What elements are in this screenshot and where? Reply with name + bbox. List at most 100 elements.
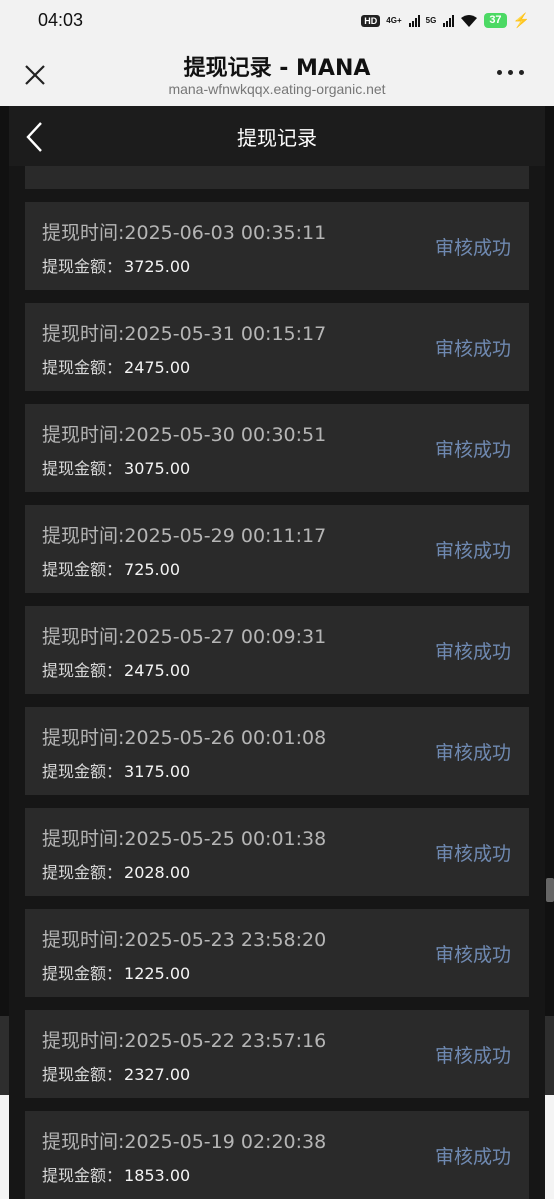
amount-value: 1853.00 [124,1166,191,1185]
record-time: 提现时间:2025-05-25 00:01:38 [42,824,326,851]
status-approved[interactable]: 审核成功 [435,435,511,462]
amount-value: 2475.00 [124,358,191,377]
record-time: 提现时间:2025-05-31 00:15:17 [42,319,326,346]
record-card: 提现时间:2025-05-23 23:58:20 提现金额： 1225.00 审核… [25,909,529,997]
record-time: 提现时间:2025-05-19 02:20:38 [42,1127,326,1154]
time-label: 提现时间: [42,323,125,345]
hd-icon: HD [361,14,381,27]
record-card: 提现时间:2025-05-31 00:15:17 提现金额： 2475.00 审核… [25,303,529,391]
record-amount: 提现金额： 3725.00 [42,253,190,277]
record-amount: 提现金额： 1853.00 [42,1162,190,1186]
charging-icon: ⚡ [512,12,530,28]
status-approved[interactable]: 审核成功 [435,839,511,866]
record-amount: 提现金额： 1225.00 [42,960,190,984]
time-value: 2025-05-25 00:01:38 [124,828,327,850]
amount-value: 725.00 [124,560,180,579]
time-label: 提现时间: [42,828,125,850]
status-approved[interactable]: 审核成功 [435,233,511,260]
battery-icon: 37 [484,13,507,28]
record-amount: 提现金额： 3075.00 [42,455,190,479]
amount-value: 3725.00 [124,257,191,276]
status-approved[interactable]: 审核成功 [435,940,511,967]
record-amount: 提现金额： 2028.00 [42,859,190,883]
amount-value: 1225.00 [124,964,191,983]
signal-5g-icon [443,14,455,27]
time-label: 提现时间: [42,424,125,446]
record-card: 提现时间:2025-05-19 02:20:38 提现金额： 1853.00 审核… [25,1111,529,1199]
status-approved[interactable]: 审核成功 [435,536,511,563]
record-time: 提现时间:2025-05-29 00:11:17 [42,521,326,548]
modal-title: 提现记录 [237,126,317,150]
signal-icon [408,14,420,27]
amount-label: 提现金额： [42,1065,123,1084]
amount-label: 提现金额： [42,762,123,781]
record-amount: 提现金额： 2475.00 [42,354,190,378]
amount-value: 3175.00 [124,762,191,781]
time-label: 提现时间: [42,727,125,749]
time-label: 提现时间: [42,1131,125,1153]
record-time: 提现时间:2025-05-22 23:57:16 [42,1026,326,1053]
record-amount: 提现金额： 2327.00 [42,1061,190,1085]
status-bar: 04:03 HD 4G+ 5G 37 ⚡ [0,0,554,44]
record-card: 提现时间:2025-05-25 00:01:38 提现金额： 2028.00 审核… [25,808,529,896]
status-time: 04:03 [38,10,84,30]
scrollbar[interactable] [546,878,554,902]
record-card: 提现时间:2025-06-03 00:35:11 提现金额： 3725.00 审核… [25,202,529,290]
record-time: 提现时间:2025-05-26 00:01:08 [42,723,326,750]
time-value: 2025-05-23 23:58:20 [124,929,327,951]
record-card: 提现时间:2025-05-27 00:09:31 提现金额： 2475.00 审核… [25,606,529,694]
status-approved[interactable]: 审核成功 [435,1041,511,1068]
browser-title: 提现记录 - MANA [183,56,371,81]
amount-label: 提现金额： [42,964,123,983]
record-card: 提现时间:2025-05-22 23:57:16 提现金额： 2327.00 审核… [25,1010,529,1098]
time-label: 提现时间: [42,525,125,547]
status-approved[interactable]: 审核成功 [435,637,511,664]
record-time: 提现时间:2025-05-23 23:58:20 [42,925,326,952]
record-time: 提现时间:2025-05-30 00:30:51 [42,420,326,447]
time-label: 提现时间: [42,1030,125,1052]
amount-value: 2028.00 [124,863,191,882]
time-value: 2025-05-27 00:09:31 [124,626,327,648]
record-amount: 提现金额： 725.00 [42,556,180,580]
browser-header: 提现记录 - MANA mana-wfnwkqqx.eating-organic… [0,44,554,106]
time-value: 2025-05-26 00:01:08 [124,727,327,749]
time-label: 提现时间: [42,222,125,244]
amount-label: 提现金额： [42,661,123,680]
time-value: 2025-05-31 00:15:17 [124,323,327,345]
record-card: 提现时间:2025-05-29 00:11:17 提现金额： 725.00 审核成… [25,505,529,593]
time-value: 2025-05-30 00:30:51 [124,424,327,446]
withdrawal-records-modal: 提现时间:2025-06-03 00:35:11 提现金额： 3725.00 审核… [9,106,545,1199]
status-approved[interactable]: 审核成功 [435,1142,511,1169]
time-value: 2025-05-29 00:11:17 [124,525,327,547]
record-amount: 提现金额： 3175.00 [42,758,190,782]
record-time: 提现时间:2025-06-03 00:35:11 [42,218,326,245]
status-approved[interactable]: 审核成功 [435,738,511,765]
record-card: 提现时间:2025-05-30 00:30:51 提现金额： 3075.00 审核… [25,404,529,492]
time-value: 2025-06-03 00:35:11 [124,222,327,244]
amount-label: 提现金额： [42,459,123,478]
modal-header: 提现记录 [9,106,545,166]
amount-label: 提现金额： [42,257,123,276]
time-value: 2025-05-22 23:57:16 [124,1030,327,1052]
record-amount: 提现金额： 2475.00 [42,657,190,681]
time-label: 提现时间: [42,626,125,648]
amount-label: 提现金额： [42,358,123,377]
amount-value: 2475.00 [124,661,191,680]
record-card: 提现时间:2025-05-26 00:01:08 提现金额： 3175.00 审核… [25,707,529,795]
status-icons: HD 4G+ 5G 37 ⚡ [361,12,530,29]
amount-label: 提现金额： [42,863,123,882]
amount-value: 2327.00 [124,1065,191,1084]
more-options-icon[interactable] [497,70,524,75]
record-list[interactable]: 提现时间:2025-06-03 00:35:11 提现金额： 3725.00 审核… [25,106,529,1199]
network-5g-label: 5G [425,16,437,25]
amount-label: 提现金额： [42,1166,123,1185]
browser-url: mana-wfnwkqqx.eating-organic.net [168,81,386,97]
time-value: 2025-05-19 02:20:38 [124,1131,327,1153]
amount-label: 提现金额： [42,560,123,579]
time-label: 提现时间: [42,929,125,951]
wifi-icon [461,14,478,27]
record-time: 提现时间:2025-05-27 00:09:31 [42,622,326,649]
network-4g-label: 4G+ [386,16,402,25]
status-approved[interactable]: 审核成功 [435,334,511,361]
amount-value: 3075.00 [124,459,191,478]
